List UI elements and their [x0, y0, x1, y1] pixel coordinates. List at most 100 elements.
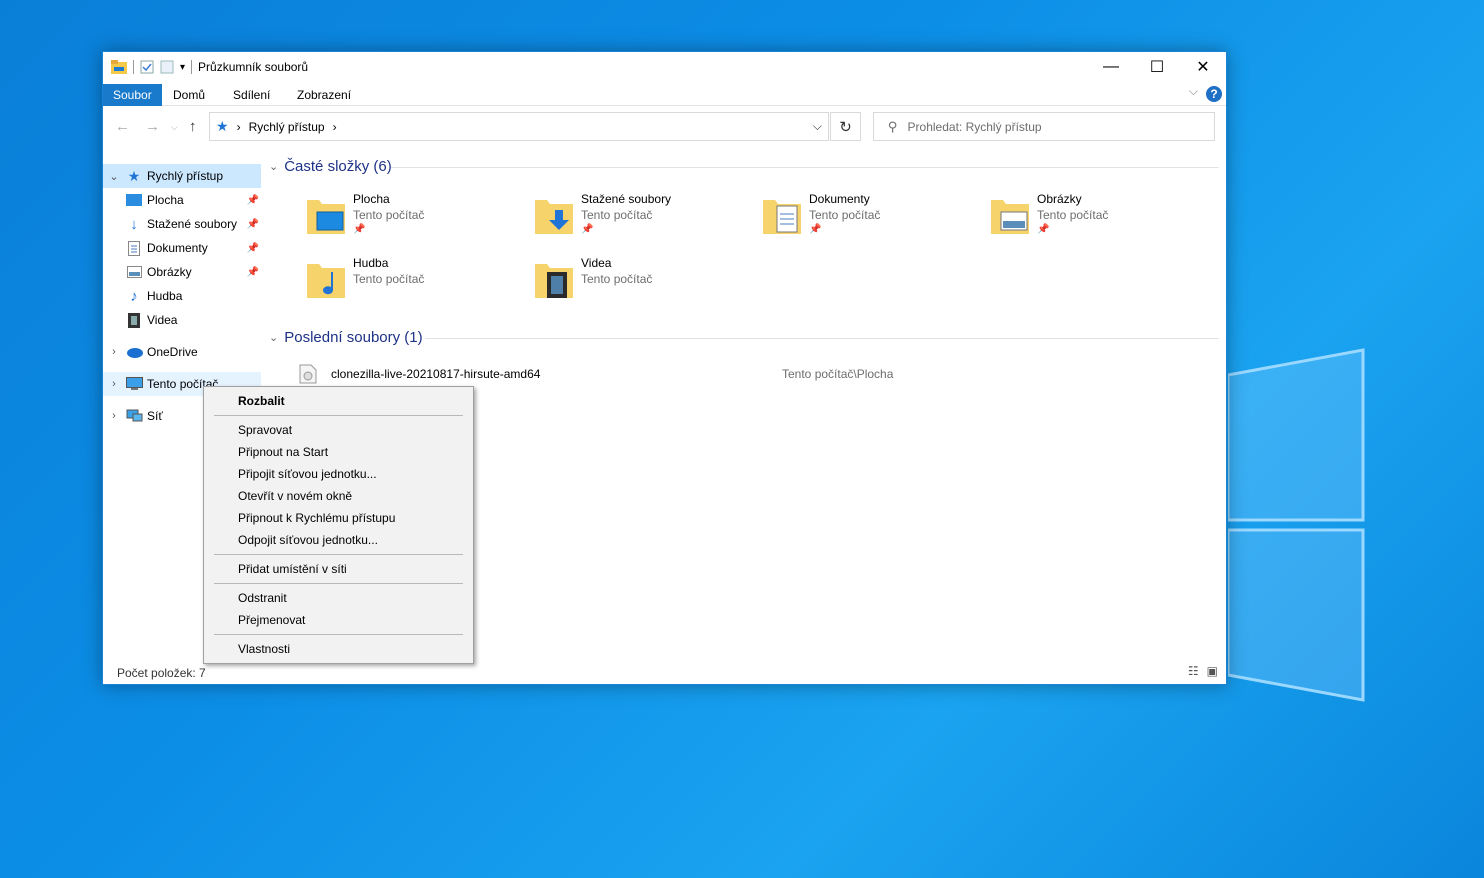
sidebar-item-label: Plocha: [147, 193, 184, 207]
folder-tile-obrazky[interactable]: Obrázky Tento počítač 📌: [989, 192, 1209, 248]
sidebar-item-label: Hudba: [147, 289, 183, 303]
menu-item-rozbalit[interactable]: Rozbalit: [238, 390, 285, 412]
group-header-caste-slozky[interactable]: ⌄ Časté složky (6): [269, 158, 392, 175]
toolbar-separator: [191, 60, 193, 74]
tab-soubor[interactable]: Soubor: [103, 84, 162, 106]
menu-separator: [214, 554, 463, 555]
menu-item-pripnout-na-start[interactable]: Připnout na Start: [238, 441, 328, 463]
sidebar-item-onedrive[interactable]: › OneDrive: [103, 340, 261, 364]
folder-name: Dokumenty: [809, 192, 870, 206]
menu-item-odstranit[interactable]: Odstranit: [238, 587, 287, 609]
folder-tile-stazene-soubory[interactable]: Stažené soubory Tento počítač 📌: [533, 192, 753, 248]
details-view-icon[interactable]: ☷: [1188, 664, 1199, 678]
sidebar-item-dokumenty[interactable]: Dokumenty 📌: [103, 236, 261, 260]
expand-chevron-icon[interactable]: ›: [103, 410, 125, 422]
address-bar[interactable]: ★ › Rychlý přístup › ⌵: [209, 112, 829, 141]
menu-item-otevrit-v-novem-okne[interactable]: Otevřít v novém okně: [238, 485, 352, 507]
close-button[interactable]: ✕: [1180, 52, 1226, 82]
address-dropdown-icon[interactable]: ⌵: [813, 119, 822, 134]
folder-location: Tento počítač: [1037, 208, 1109, 222]
group-header-posledni-soubory[interactable]: ⌄ Poslední soubory (1): [269, 329, 423, 346]
menu-item-pripojit-sitovou-jednotku[interactable]: Připojit síťovou jednotku...: [238, 463, 377, 485]
disc-image-file-icon: [299, 364, 317, 384]
help-button[interactable]: ?: [1206, 86, 1222, 102]
folder-tile-plocha[interactable]: Plocha Tento počítač 📌: [305, 192, 525, 248]
pin-icon: 📌: [809, 224, 822, 235]
sidebar-item-videa[interactable]: Videa: [103, 308, 261, 332]
folder-location: Tento počítač: [581, 272, 653, 286]
folder-location: Tento počítač: [581, 208, 653, 222]
tab-domu[interactable]: Domů: [163, 84, 215, 106]
menu-item-prejmenovat[interactable]: Přejmenovat: [238, 609, 305, 631]
breadcrumb-rychly-pristup[interactable]: Rychlý přístup: [249, 120, 325, 134]
pin-icon: 📌: [353, 224, 366, 235]
star-icon: ★: [127, 167, 141, 184]
search-box[interactable]: ⚲ Prohledat: Rychlý přístup: [873, 112, 1215, 141]
properties-icon[interactable]: [140, 60, 154, 74]
folder-name: Videa: [581, 256, 612, 270]
sidebar-item-rychly-pristup[interactable]: ⌄ ★ Rychlý přístup: [103, 164, 261, 188]
up-arrow-icon[interactable]: ↑: [189, 118, 197, 135]
folder-tile-dokumenty[interactable]: Dokumenty Tento počítač 📌: [761, 192, 981, 248]
document-icon: [125, 240, 143, 256]
menu-item-spravovat[interactable]: Spravovat: [238, 419, 292, 441]
video-icon: [125, 312, 143, 328]
recent-locations-icon[interactable]: ⌵: [171, 122, 178, 133]
collapse-chevron-icon[interactable]: ⌄: [103, 170, 125, 183]
menu-item-vlastnosti[interactable]: Vlastnosti: [238, 638, 290, 660]
sidebar-item-label: Dokumenty: [147, 241, 208, 255]
search-placeholder: Prohledat: Rychlý přístup: [907, 119, 1042, 134]
menu-item-pridat-umisteni-v-siti[interactable]: Přidat umístění v síti: [238, 558, 347, 580]
pin-icon: 📌: [246, 266, 259, 278]
pin-icon: 📌: [246, 218, 259, 230]
expand-ribbon-icon[interactable]: ⌵: [1189, 84, 1198, 99]
group-header-label: Poslední soubory (1): [284, 329, 423, 346]
folder-location: Tento počítač: [809, 208, 881, 222]
sidebar-item-hudba[interactable]: ♪ Hudba: [103, 284, 261, 308]
recent-file-row[interactable]: clonezilla-live-20210817-hirsute-amd64 T…: [299, 362, 1199, 386]
network-icon: [125, 408, 143, 424]
window-controls: — ☐ ✕: [1088, 52, 1226, 82]
collapse-chevron-icon[interactable]: ⌄: [269, 160, 278, 173]
menu-separator: [214, 583, 463, 584]
documents-folder-icon: [763, 200, 801, 234]
folder-app-icon: [111, 60, 127, 74]
sidebar-item-label: Stažené soubory: [147, 217, 238, 231]
folder-tile-hudba[interactable]: Hudba Tento počítač: [305, 256, 525, 312]
cloud-icon: [125, 344, 143, 360]
minimize-button[interactable]: —: [1088, 52, 1134, 82]
breadcrumb-separator[interactable]: ›: [333, 120, 337, 134]
music-folder-icon: [307, 264, 345, 298]
group-divider: [391, 167, 1219, 168]
ribbon-tabs: Soubor Domů Sdílení Zobrazení ⌵ ?: [103, 82, 1226, 106]
sidebar-item-obrazky[interactable]: Obrázky 📌: [103, 260, 261, 284]
tab-zobrazeni[interactable]: Zobrazení: [287, 84, 361, 106]
view-switcher: ☷ ▣: [1188, 664, 1218, 678]
desktop-folder-icon: [307, 200, 345, 234]
computer-icon: [125, 376, 143, 392]
new-folder-icon[interactable]: [160, 60, 174, 74]
collapse-chevron-icon[interactable]: ⌄: [269, 331, 278, 344]
maximize-button[interactable]: ☐: [1134, 52, 1180, 82]
sidebar-item-stazene-soubory[interactable]: ↓ Stažené soubory 📌: [103, 212, 261, 236]
expand-chevron-icon[interactable]: ›: [103, 378, 125, 390]
quick-access-toolbar: ▾: [103, 60, 193, 74]
folder-tile-videa[interactable]: Videa Tento počítač: [533, 256, 753, 312]
group-divider: [425, 338, 1219, 339]
pin-icon: 📌: [246, 194, 259, 206]
customize-toolbar-icon[interactable]: ▾: [180, 62, 185, 73]
recent-file-path: Tento počítač\Plocha: [782, 367, 894, 381]
menu-item-odpojit-sitovou-jednotku[interactable]: Odpojit síťovou jednotku...: [238, 529, 378, 551]
large-icons-view-icon[interactable]: ▣: [1207, 664, 1218, 678]
sidebar-item-label: Videa: [147, 313, 178, 327]
tab-sdileni[interactable]: Sdílení: [223, 84, 280, 106]
menu-item-pripnout-k-rychlemu-pristupu[interactable]: Připnout k Rychlému přístupu: [238, 507, 395, 529]
folder-location: Tento počítač: [353, 272, 425, 286]
forward-arrow-icon[interactable]: →: [145, 118, 160, 135]
refresh-button[interactable]: ↻: [830, 112, 861, 141]
expand-chevron-icon[interactable]: ›: [103, 346, 125, 358]
sidebar-item-plocha[interactable]: Plocha 📌: [103, 188, 261, 212]
folder-name: Stažené soubory: [581, 192, 672, 206]
toolbar-separator: [133, 60, 134, 74]
back-arrow-icon[interactable]: ←: [115, 118, 130, 135]
